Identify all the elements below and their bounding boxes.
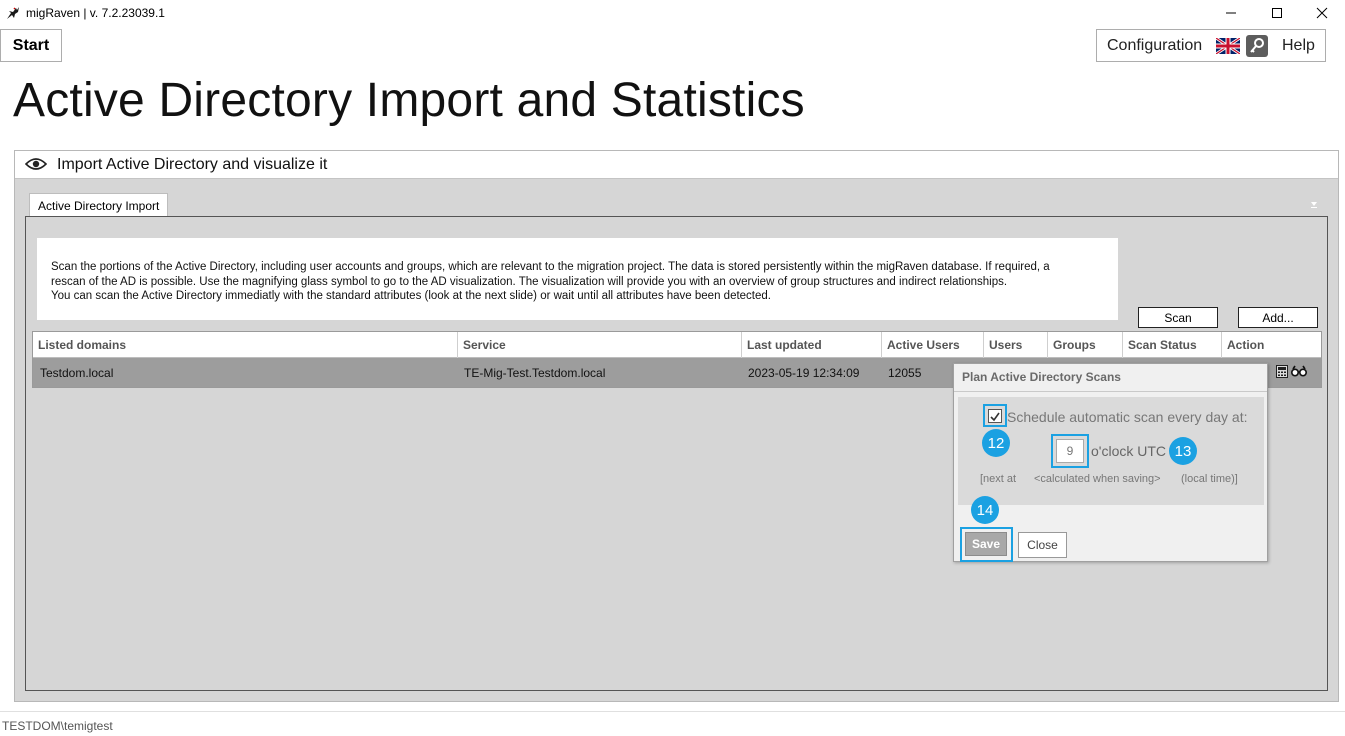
calculator-icon[interactable]	[1276, 365, 1288, 378]
description-line: Scan the portions of the Active Director…	[51, 261, 1050, 273]
local-time-label: (local time)]	[1181, 473, 1238, 485]
step-badge-12: 12	[982, 429, 1010, 457]
panel-header[interactable]: Import Active Directory and visualize it	[15, 151, 1338, 179]
cell-service: TE-Mig-Test.Testdom.local	[464, 365, 606, 380]
uk-flag-icon[interactable]	[1216, 38, 1240, 54]
binoculars-icon[interactable]	[1291, 365, 1307, 377]
column-header-groups[interactable]: Groups	[1048, 332, 1123, 358]
minimize-button[interactable]	[1208, 0, 1254, 26]
config-toolbar: Configuration Help	[1096, 29, 1326, 62]
column-header-service[interactable]: Service	[458, 332, 742, 358]
description-line: You can scan the Active Directory immedi…	[51, 290, 771, 302]
schedule-label: Schedule automatic scan every day at:	[1007, 409, 1248, 425]
close-window-button[interactable]	[1299, 0, 1345, 26]
column-header-users[interactable]: Users	[984, 332, 1048, 358]
checkmark-icon	[990, 412, 1000, 422]
title-bar: migRaven | v. 7.2.23039.1	[0, 0, 1345, 26]
column-header-last-updated[interactable]: Last updated	[742, 332, 882, 358]
column-header-listed-domains[interactable]: Listed domains	[33, 332, 458, 358]
help-button[interactable]: Help	[1282, 37, 1315, 55]
panel-title: Import Active Directory and visualize it	[57, 156, 328, 173]
window-title: migRaven | v. 7.2.23039.1	[26, 6, 165, 20]
step-badge-14: 14	[971, 496, 999, 524]
configuration-button[interactable]: Configuration	[1107, 37, 1202, 55]
cell-last-updated: 2023-05-19 12:34:09	[748, 365, 860, 380]
close-icon	[1316, 7, 1328, 19]
calculated-label: <calculated when saving>	[1034, 473, 1161, 485]
scan-button[interactable]: Scan	[1138, 307, 1218, 328]
close-button[interactable]: Close	[1018, 532, 1067, 558]
collapse-arrow-icon[interactable]	[1309, 199, 1319, 209]
eye-icon	[25, 158, 47, 170]
minimize-icon	[1226, 12, 1236, 14]
divider	[954, 391, 1267, 392]
table-header: Listed domains Service Last updated Acti…	[33, 332, 1321, 358]
tab-active-directory-import[interactable]: Active Directory Import	[29, 193, 168, 217]
column-header-active-users[interactable]: Active Users	[882, 332, 984, 358]
raven-app-icon	[7, 7, 19, 19]
key-icon[interactable]	[1246, 35, 1268, 57]
cell-domain: Testdom.local	[40, 365, 114, 380]
hour-input[interactable]	[1056, 439, 1084, 463]
next-at-label: [next at	[980, 473, 1017, 485]
description-box: Scan the portions of the Active Director…	[37, 238, 1118, 320]
column-header-scan-status[interactable]: Scan Status	[1123, 332, 1222, 358]
maximize-icon	[1272, 8, 1282, 18]
add-button[interactable]: Add...	[1238, 307, 1318, 328]
page-title: Active Directory Import and Statistics	[13, 74, 805, 127]
schedule-checkbox[interactable]	[988, 409, 1002, 423]
key-glyph-icon	[1250, 38, 1264, 53]
save-button[interactable]: Save	[965, 532, 1007, 556]
start-button[interactable]: Start	[0, 29, 62, 62]
oclock-label: o'clock UTC	[1091, 443, 1167, 459]
plan-scans-popup: Plan Active Directory Scans Schedule aut…	[953, 363, 1268, 562]
step-badge-13: 13	[1169, 437, 1197, 465]
popup-title: Plan Active Directory Scans	[962, 370, 1121, 384]
column-header-action[interactable]: Action	[1222, 332, 1321, 358]
current-user: TESTDOM\temigtest	[2, 719, 113, 733]
description-line: rescan of the AD is possible. Use the ma…	[51, 275, 1008, 288]
maximize-button[interactable]	[1254, 0, 1300, 26]
status-bar: TESTDOM\temigtest	[0, 711, 1345, 736]
